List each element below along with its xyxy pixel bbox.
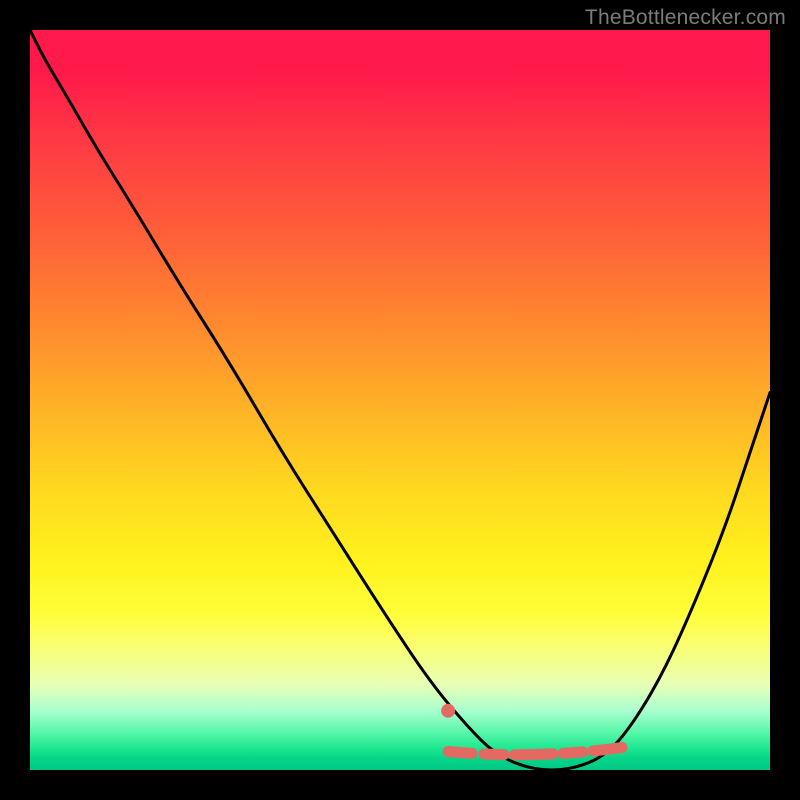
optimal-range-marker xyxy=(448,748,622,755)
watermark-text: TheBottlenecker.com xyxy=(585,6,786,30)
chart-frame: TheBottlenecker.com xyxy=(0,0,800,800)
plot-area xyxy=(30,30,770,770)
optimal-start-dot xyxy=(441,704,455,718)
curve-svg xyxy=(30,30,770,770)
bottleneck-curve xyxy=(30,30,770,770)
